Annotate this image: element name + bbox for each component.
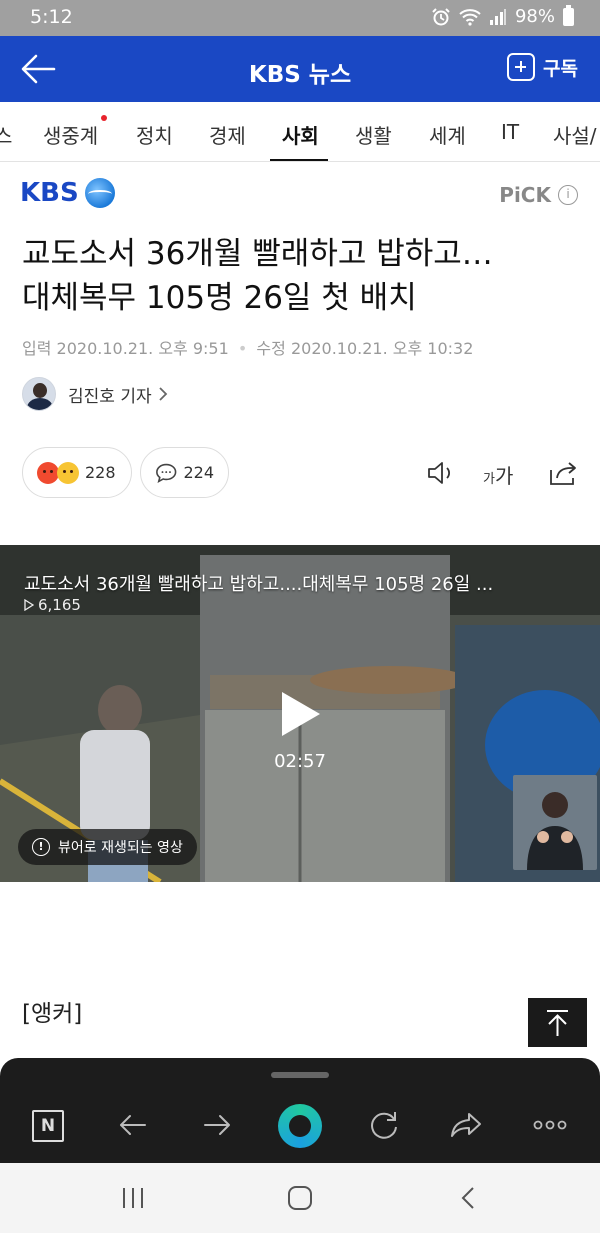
battery-percent: 98%	[514, 6, 555, 27]
system-back-icon[interactable]	[457, 1185, 481, 1211]
tab-live[interactable]: 생중계	[43, 120, 98, 149]
active-tab-underline	[270, 159, 328, 161]
text-size-large: 가	[494, 464, 514, 488]
reaction-count: 228	[85, 463, 116, 482]
happy-emoji-icon	[57, 461, 79, 484]
tab-it[interactable]: IT	[501, 120, 519, 144]
exclamation-icon: !	[32, 838, 50, 856]
status-bar: 5:12 98%	[0, 0, 600, 36]
drag-handle[interactable]	[271, 1072, 329, 1078]
publisher-logo-text: KBS	[20, 178, 79, 208]
battery-icon	[563, 4, 574, 26]
browser-toolbar: N	[0, 1058, 600, 1163]
meta-separator: •	[237, 339, 248, 358]
more-options-icon[interactable]	[530, 1105, 570, 1145]
wifi-icon	[459, 8, 481, 26]
video-view-count: 6,165	[38, 596, 81, 614]
home-icon[interactable]	[286, 1185, 314, 1211]
pick-badge[interactable]: PiCK i	[499, 183, 578, 207]
modified-label: 수정	[256, 339, 286, 358]
publisher-logo[interactable]: KBS	[20, 178, 115, 208]
video-duration: 02:57	[274, 751, 326, 772]
status-time: 5:12	[30, 6, 73, 28]
scroll-to-top-button[interactable]	[528, 998, 587, 1047]
plus-box-icon	[507, 53, 536, 81]
refresh-icon[interactable]	[364, 1105, 404, 1145]
tab-editorial[interactable]: 사설/	[553, 120, 597, 149]
headline-line-1: 교도소서 36개월 빨래하고 밥하고…	[22, 236, 493, 272]
arrow-up-icon	[547, 1010, 568, 1036]
sign-language-interpreter	[513, 775, 597, 870]
headline-line-2: 대체복무 105명 26일 첫 배치	[22, 280, 417, 316]
subscribe-button[interactable]: 구독	[507, 53, 578, 81]
naver-n-icon[interactable]: N	[32, 1110, 64, 1142]
browser-back-icon[interactable]	[113, 1105, 153, 1145]
status-icons: 98%	[431, 4, 574, 27]
comment-bubble-icon	[156, 463, 177, 483]
article-body-anchor: [앵커]	[22, 1001, 83, 1027]
text-size-button[interactable]: 가가	[483, 460, 513, 489]
input-label: 입력	[22, 339, 52, 358]
play-small-icon	[24, 599, 34, 611]
live-indicator-dot	[101, 115, 107, 121]
video-views: 6,165	[24, 596, 81, 614]
text-size-small: 가	[483, 472, 495, 487]
tab-partial[interactable]: 스	[0, 120, 12, 149]
input-time: 2020.10.21. 오후 9:51	[56, 339, 229, 358]
viewer-notice-text: 뷰어로 재생되는 영상	[58, 840, 183, 856]
subscribe-label: 구독	[543, 57, 578, 80]
article-timestamps: 입력 2020.10.21. 오후 9:51 • 수정 2020.10.21. …	[22, 335, 473, 359]
viewer-notice: ! 뷰어로 재생되는 영상	[18, 829, 197, 865]
category-tabs: 스 생중계 정치 경제 사회 생활 세계 IT 사설/	[0, 102, 600, 162]
video-player[interactable]: 교도소서 36개월 빨래하고 밥하고....대체복무 105명 26일 ... …	[0, 545, 600, 882]
browser-share-icon[interactable]	[447, 1105, 487, 1145]
reporter-link[interactable]: 김진호 기자	[22, 377, 168, 411]
speaker-icon[interactable]	[424, 456, 458, 490]
app-bar: KBS 뉴스 구독	[0, 36, 600, 102]
pick-label: PiCK	[499, 183, 551, 207]
system-nav-bar	[0, 1163, 600, 1233]
reporter-name: 김진호 기자	[68, 386, 152, 407]
tab-life[interactable]: 생활	[355, 120, 392, 149]
comment-count: 224	[183, 463, 214, 482]
article-headline: 교도소서 36개월 빨래하고 밥하고… 대체복무 105명 26일 첫 배치	[22, 232, 587, 320]
tab-politics[interactable]: 정치	[136, 120, 173, 149]
reporter-avatar	[22, 377, 56, 411]
reaction-button[interactable]: 228	[22, 447, 132, 498]
alarm-icon	[432, 7, 450, 25]
browser-forward-icon[interactable]	[197, 1105, 237, 1145]
play-icon[interactable]	[282, 692, 320, 736]
chevron-right-icon	[158, 387, 167, 401]
video-title: 교도소서 36개월 빨래하고 밥하고....대체복무 105명 26일 ...	[24, 574, 494, 595]
info-icon: i	[558, 185, 578, 205]
tab-society[interactable]: 사회	[282, 120, 319, 149]
comment-button[interactable]: 224	[140, 447, 229, 498]
share-icon[interactable]	[546, 456, 580, 490]
kbs-orb-icon	[84, 178, 115, 208]
signal-icon	[489, 8, 506, 25]
tab-world[interactable]: 세계	[429, 120, 466, 149]
browser-home-icon[interactable]	[278, 1104, 322, 1148]
modified-time: 2020.10.21. 오후 10:32	[290, 339, 474, 358]
recent-apps-icon[interactable]	[119, 1185, 147, 1211]
tab-economy[interactable]: 경제	[209, 120, 246, 149]
angry-emoji-icon	[37, 461, 59, 484]
